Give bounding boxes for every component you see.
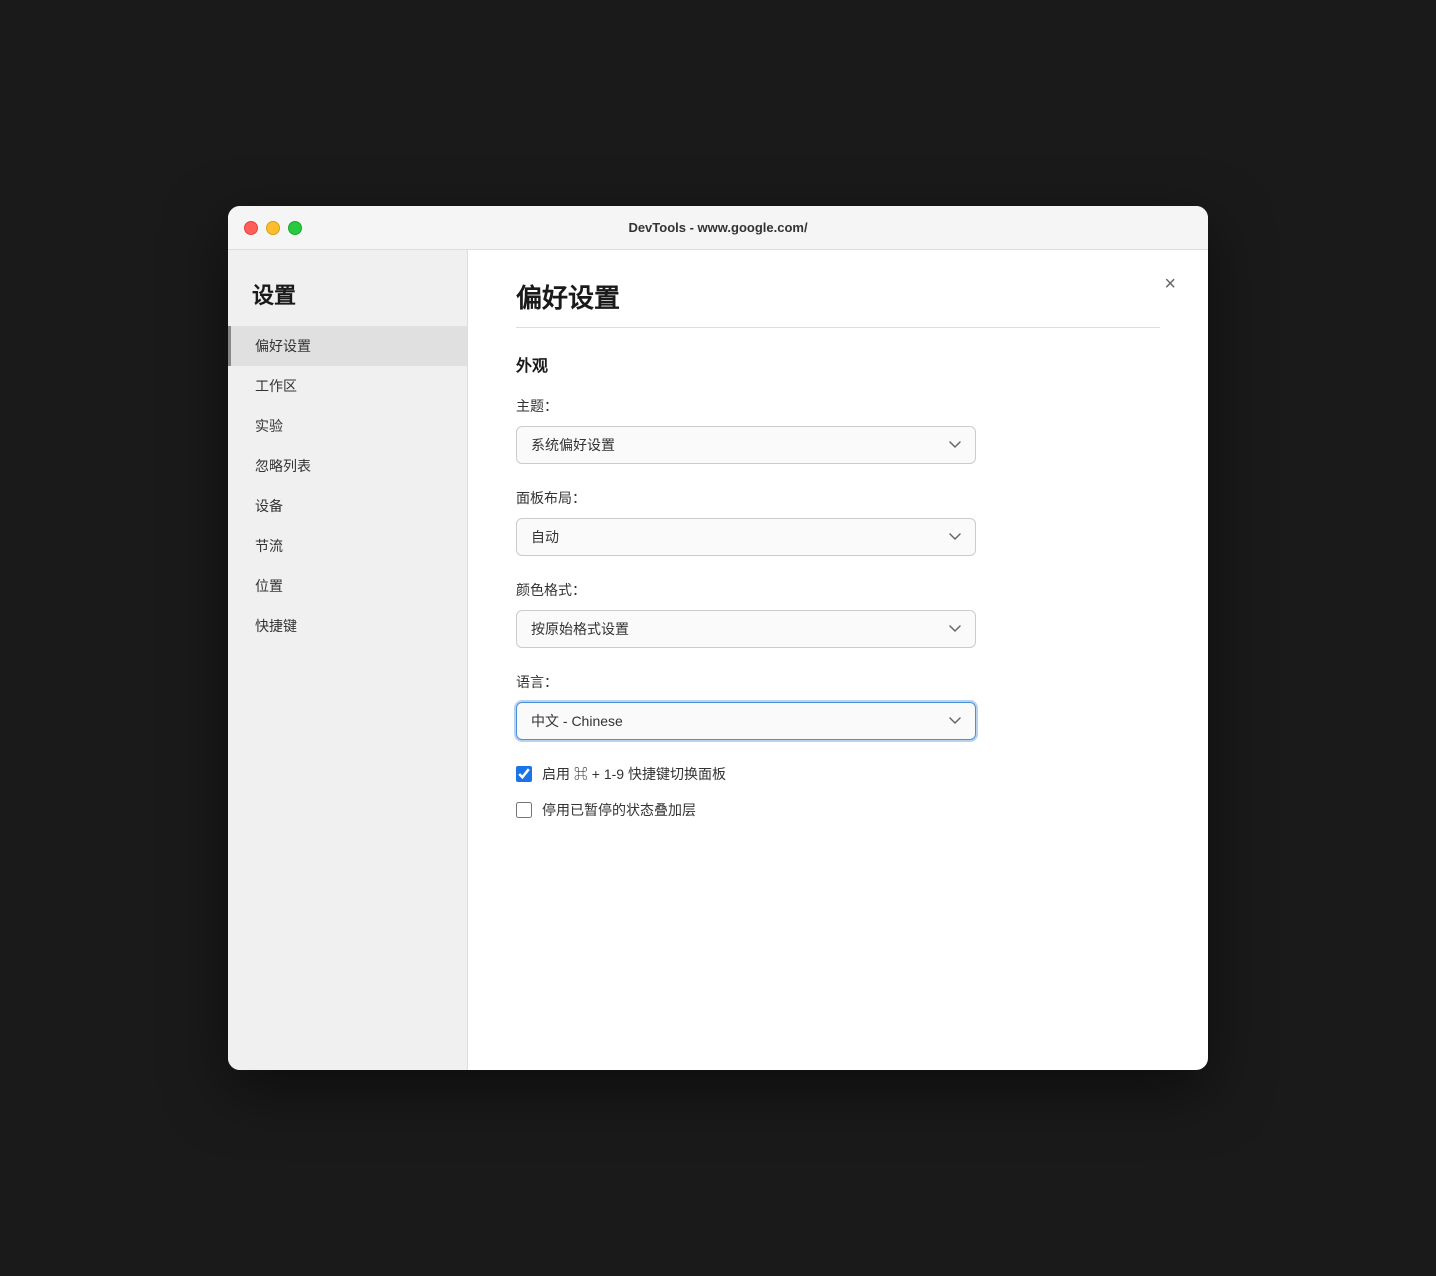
page-title: 偏好设置: [516, 278, 1160, 315]
cmd-shortcut-checkbox[interactable]: [516, 766, 532, 782]
sidebar-heading: 设置: [228, 270, 467, 326]
close-button[interactable]: ×: [1156, 270, 1184, 298]
sidebar-item-shortcuts[interactable]: 快捷键: [228, 606, 467, 646]
language-label: 语言：: [516, 672, 1160, 692]
sidebar-item-locations[interactable]: 位置: [228, 566, 467, 606]
maximize-traffic-light[interactable]: [288, 221, 302, 235]
color-format-select[interactable]: 按原始格式设置 HEX RGB HSL: [516, 610, 976, 648]
paused-overlay-checkbox[interactable]: [516, 802, 532, 818]
sidebar-item-experiments[interactable]: 实验: [228, 406, 467, 446]
theme-label: 主题：: [516, 396, 1160, 416]
panel-layout-label: 面板布局：: [516, 488, 1160, 508]
panel-layout-select[interactable]: 自动 水平 垂直: [516, 518, 976, 556]
cmd-shortcut-label: 启用 ⌘ + 1-9 快捷键切换面板: [542, 764, 726, 784]
window-title: DevTools - www.google.com/: [628, 220, 807, 235]
theme-select[interactable]: 系统偏好设置 浅色 深色: [516, 426, 976, 464]
sidebar-item-devices[interactable]: 设备: [228, 486, 467, 526]
section-divider: [516, 327, 1160, 328]
appearance-heading: 外观: [516, 352, 1160, 376]
color-format-label: 颜色格式：: [516, 580, 1160, 600]
language-group: 语言： 中文 - Chinese English 日本語 한국어: [516, 672, 1160, 740]
paused-overlay-group: 停用已暂停的状态叠加层: [516, 800, 1160, 820]
color-format-group: 颜色格式： 按原始格式设置 HEX RGB HSL: [516, 580, 1160, 648]
sidebar: 设置 偏好设置 工作区 实验 忽略列表 设备 节流 位置 快: [228, 250, 468, 1070]
close-traffic-light[interactable]: [244, 221, 258, 235]
sidebar-item-ignorelist[interactable]: 忽略列表: [228, 446, 467, 486]
cmd-shortcut-group: 启用 ⌘ + 1-9 快捷键切换面板: [516, 764, 1160, 784]
traffic-lights: [244, 221, 302, 235]
language-select[interactable]: 中文 - Chinese English 日本語 한국어: [516, 702, 976, 740]
paused-overlay-label: 停用已暂停的状态叠加层: [542, 800, 696, 820]
window: DevTools - www.google.com/ 设置 偏好设置 工作区 实…: [228, 206, 1208, 1070]
minimize-traffic-light[interactable]: [266, 221, 280, 235]
title-bar: DevTools - www.google.com/: [228, 206, 1208, 250]
sidebar-item-throttling[interactable]: 节流: [228, 526, 467, 566]
sidebar-item-workspace[interactable]: 工作区: [228, 366, 467, 406]
sidebar-item-preferences[interactable]: 偏好设置: [228, 326, 467, 366]
main-content: × 偏好设置 外观 主题： 系统偏好设置 浅色 深色 面板布局： 自动 水平: [468, 250, 1208, 1070]
theme-group: 主题： 系统偏好设置 浅色 深色: [516, 396, 1160, 464]
panel-layout-group: 面板布局： 自动 水平 垂直: [516, 488, 1160, 556]
window-body: 设置 偏好设置 工作区 实验 忽略列表 设备 节流 位置 快: [228, 250, 1208, 1070]
